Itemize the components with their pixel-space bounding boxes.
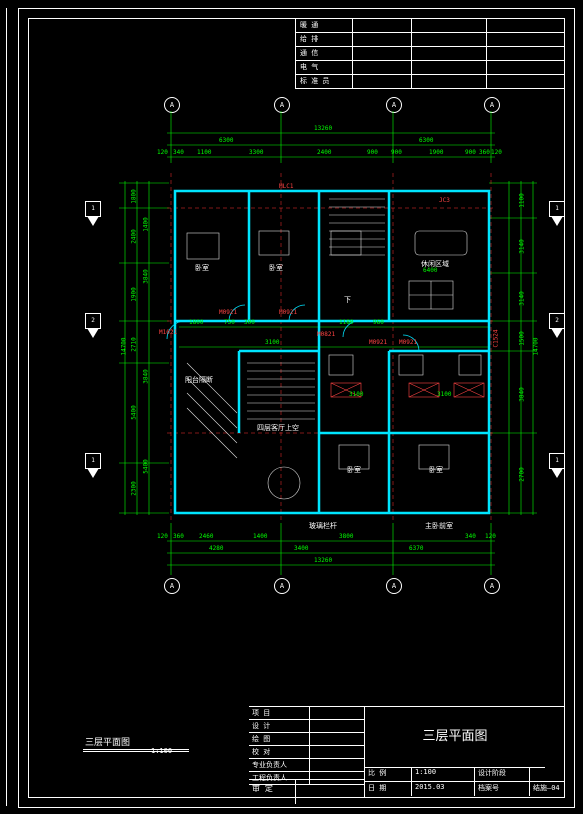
mini-drawing-title: 三层平面图 bbox=[85, 735, 130, 748]
title-block: 项 目 设 计 绘 图 校 对 专业负责人 工程负责人 审 定 三层平面图 比 … bbox=[249, 706, 564, 797]
drawing-main-title: 三层平面图 bbox=[364, 707, 545, 768]
door-tag: M0921 bbox=[219, 309, 237, 316]
info-label: 暖 通 bbox=[296, 19, 353, 32]
approval-label: 审 定 bbox=[249, 780, 296, 804]
room-label: 卧室 bbox=[195, 263, 209, 273]
drawing-number: 结施—04 bbox=[530, 782, 564, 796]
dim-overall-top: 13260 bbox=[314, 125, 332, 132]
window-tag: MLC1 bbox=[279, 183, 293, 190]
mini-scale: 1:100 bbox=[151, 747, 172, 755]
floor-plan-drawing: A A A A A A A A 1 2 1 1 2 1 bbox=[89, 103, 559, 593]
plan-svg bbox=[89, 103, 559, 593]
info-table: 暖 通 给 排 通 信 电 气 标 准 员 bbox=[295, 19, 564, 89]
